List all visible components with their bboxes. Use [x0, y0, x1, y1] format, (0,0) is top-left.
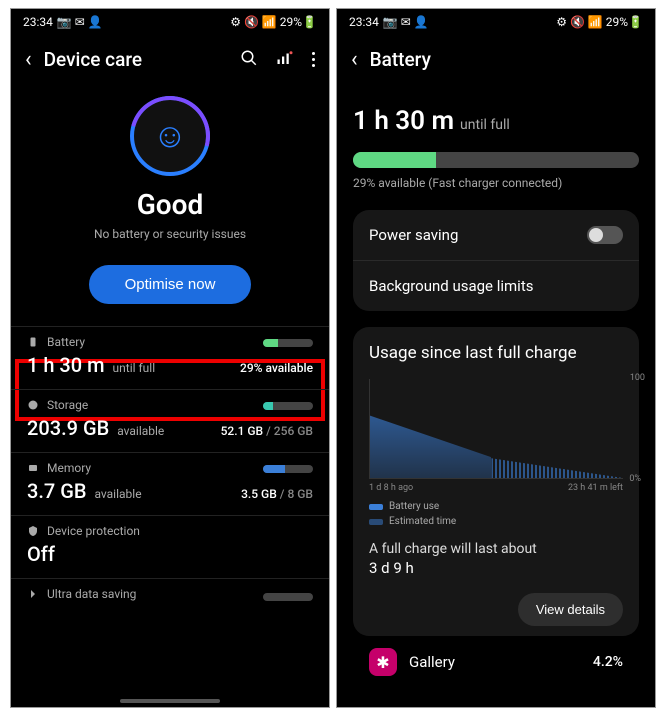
full-charge-text: A full charge will last about	[369, 541, 623, 557]
protection-label: Device protection	[47, 524, 140, 538]
status-title: Good	[11, 188, 329, 221]
memory-value: 3.7 GB	[27, 479, 87, 503]
usage-card: Usage since last full charge 1000% 1 d 8…	[353, 327, 639, 636]
header: ‹ Battery	[337, 35, 655, 90]
optimise-button[interactable]: Optimise now	[89, 265, 252, 304]
time-until-full: 1 h 30 m	[353, 106, 454, 136]
full-charge-duration: 3 d 9 h	[369, 559, 623, 577]
storage-section[interactable]: Storage 203.9 GB available 52.1 GB / 256…	[11, 389, 329, 452]
power-saving-toggle[interactable]	[587, 226, 623, 244]
memory-section[interactable]: Memory 3.7 GB available 3.5 GB / 8 GB	[11, 452, 329, 515]
battery-screen: 23:34 📷 ✉ 👤 ⚙ 🔇 📶 29%🔋 ‹ Battery 1 h 30 …	[336, 8, 656, 708]
battery-available: 29% available	[240, 361, 313, 375]
ultra-bar-icon	[263, 593, 313, 601]
device-protection-section[interactable]: Device protection Off	[11, 515, 329, 578]
page-title: Device care	[44, 48, 240, 71]
search-icon[interactable]	[240, 49, 258, 71]
power-saving-label: Power saving	[369, 226, 458, 244]
app-row-gallery[interactable]: ✱ Gallery 4.2%	[353, 636, 639, 688]
background-limits-label: Background usage limits	[369, 277, 533, 295]
status-icons-left: 📷 ✉ 👤	[57, 15, 103, 29]
protection-value: Off	[27, 542, 55, 566]
storage-value: 203.9 GB	[27, 416, 109, 440]
ultra-data-saving-section[interactable]: Ultra data saving	[11, 578, 329, 613]
chart-label-left: 1 d 8 h ago	[369, 483, 413, 493]
nav-handle[interactable]	[120, 699, 220, 703]
app-name: Gallery	[409, 653, 581, 671]
status-bar: 23:34 📷 ✉ 👤 ⚙ 🔇 📶 29%🔋	[11, 9, 329, 35]
memory-bar-icon	[263, 465, 313, 473]
status-icons-right: ⚙ 🔇 📶 29%🔋	[230, 15, 317, 29]
view-details-button[interactable]: View details	[518, 593, 623, 626]
charge-progress-bar	[353, 152, 639, 168]
status-bar: 23:34 📷 ✉ 👤 ⚙ 🔇 📶 29%🔋	[337, 9, 655, 35]
usage-chart: 1000%	[369, 379, 623, 479]
battery-bar-icon	[263, 339, 313, 347]
battery-section[interactable]: Battery 1 h 30 m until full 29% availabl…	[11, 326, 329, 389]
availability-text: 29% available (Fast charger connected)	[353, 176, 639, 190]
background-limits-row[interactable]: Background usage limits	[353, 261, 639, 311]
settings-card: Power saving Background usage limits	[353, 210, 639, 311]
back-icon[interactable]: ‹	[351, 47, 358, 72]
storage-label: Storage	[47, 398, 88, 412]
battery-value: 1 h 30 m	[27, 353, 105, 377]
clock: 23:34	[349, 15, 379, 29]
status-face-icon: ☺	[130, 96, 210, 176]
gallery-icon: ✱	[369, 648, 397, 676]
clock: 23:34	[23, 15, 53, 29]
signal-icon[interactable]	[276, 49, 294, 71]
usage-title: Usage since last full charge	[369, 343, 623, 363]
back-icon[interactable]: ‹	[25, 47, 32, 72]
chart-label-right: 23 h 41 m left	[568, 483, 623, 493]
device-care-screen: 23:34 📷 ✉ 👤 ⚙ 🔇 📶 29%🔋 ‹ Device care ☺ G…	[10, 8, 330, 708]
status-icons-right: ⚙ 🔇 📶 29%🔋	[556, 15, 643, 29]
header: ‹ Device care	[11, 35, 329, 90]
ultra-label: Ultra data saving	[47, 587, 136, 601]
battery-label: Battery	[47, 335, 85, 349]
page-title: Battery	[370, 48, 641, 71]
storage-bar-icon	[263, 402, 313, 410]
more-icon[interactable]	[312, 52, 315, 67]
app-percentage: 4.2%	[593, 654, 623, 670]
status-subtitle: No battery or security issues	[11, 227, 329, 241]
power-saving-row[interactable]: Power saving	[353, 210, 639, 261]
memory-label: Memory	[47, 461, 91, 475]
status-icons-left: 📷 ✉ 👤	[383, 15, 429, 29]
